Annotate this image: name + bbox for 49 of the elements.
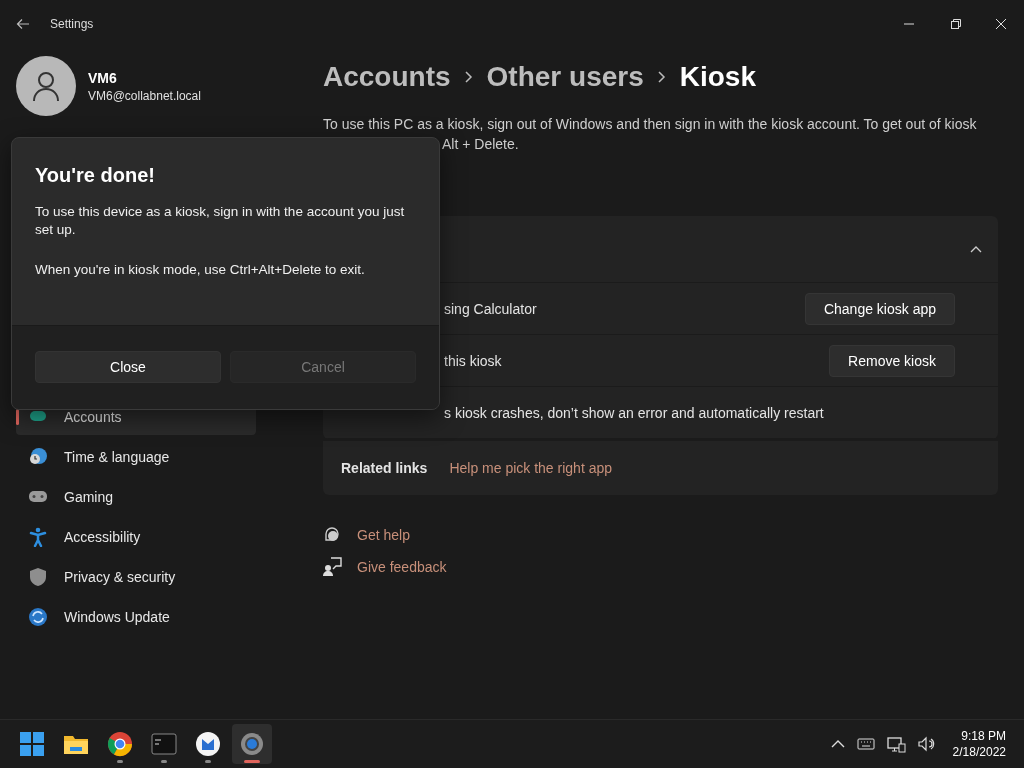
help-link[interactable]: Give feedback <box>357 559 447 575</box>
start-icon <box>18 730 46 758</box>
dialog-message: When you're in kiosk mode, use Ctrl+Alt+Delete to exit. <box>35 261 366 279</box>
chevron-up-icon[interactable] <box>970 244 982 254</box>
setting-label: s kiosk crashes, don’t show an error and automatically restart <box>444 404 824 421</box>
terminal-icon <box>150 730 178 758</box>
sidebar-item[interactable]: Windows Update <box>16 599 256 635</box>
sidebar-item[interactable]: Time & language <box>16 439 256 475</box>
breadcrumb-item: Kiosk <box>679 61 756 93</box>
dialog-button[interactable]: Close <box>35 351 221 383</box>
help-link[interactable]: Get help <box>357 527 410 543</box>
user-email: VM6@collabnet.local <box>88 88 201 103</box>
window-title: Settings <box>50 17 94 31</box>
volume-icon[interactable] <box>917 736 935 752</box>
globe-clock-icon <box>28 447 48 467</box>
update-icon <box>28 607 48 627</box>
shield-icon <box>28 567 48 587</box>
sidebar-item[interactable]: Accessibility <box>16 519 256 555</box>
network-icon[interactable] <box>886 735 906 753</box>
close-icon[interactable] <box>995 18 1007 30</box>
back-icon[interactable] <box>16 18 30 30</box>
breadcrumb-item[interactable]: Other users <box>486 61 644 93</box>
keyboard-icon[interactable] <box>856 737 875 751</box>
user-name: VM6 <box>88 69 118 86</box>
dialog-message: To use this device as a kiosk, sign in with the account you just set up. <box>35 203 406 239</box>
accessibility-icon <box>28 527 48 547</box>
clock-time: 9:18 PM <box>961 728 1006 744</box>
kiosk-button[interactable]: Change kiosk app <box>804 292 955 325</box>
sidebar-item[interactable]: Privacy & security <box>16 559 256 595</box>
chevron-right-icon <box>657 71 666 83</box>
chevron-up-icon[interactable] <box>830 739 845 749</box>
clock-date: 2/18/2022 <box>952 744 1006 760</box>
person-icon <box>32 70 60 102</box>
gear-icon <box>238 730 266 758</box>
related-links-label: Related links <box>341 460 428 476</box>
chevron-right-icon <box>464 71 473 83</box>
description-text: Alt + Delete. <box>441 135 520 154</box>
feedback-icon <box>323 557 343 577</box>
browser-icon <box>106 730 134 758</box>
description-text: To use this PC as a kiosk, sign out of Windows and then sign in with the kiosk account. To get out of kiosk <box>323 115 978 134</box>
breadcrumb-item[interactable]: Accounts <box>323 61 451 93</box>
setting-label: this kiosk <box>444 352 502 369</box>
help-link[interactable]: Help me pick the right app <box>449 460 612 476</box>
kiosk-button[interactable]: Remove kiosk <box>829 344 955 377</box>
app-icon <box>194 730 222 758</box>
sidebar-item[interactable]: Gaming <box>16 479 256 515</box>
setting-label: sing Calculator <box>444 300 537 317</box>
dialog-title: You're done! <box>35 164 156 187</box>
restore-icon[interactable] <box>949 18 961 30</box>
